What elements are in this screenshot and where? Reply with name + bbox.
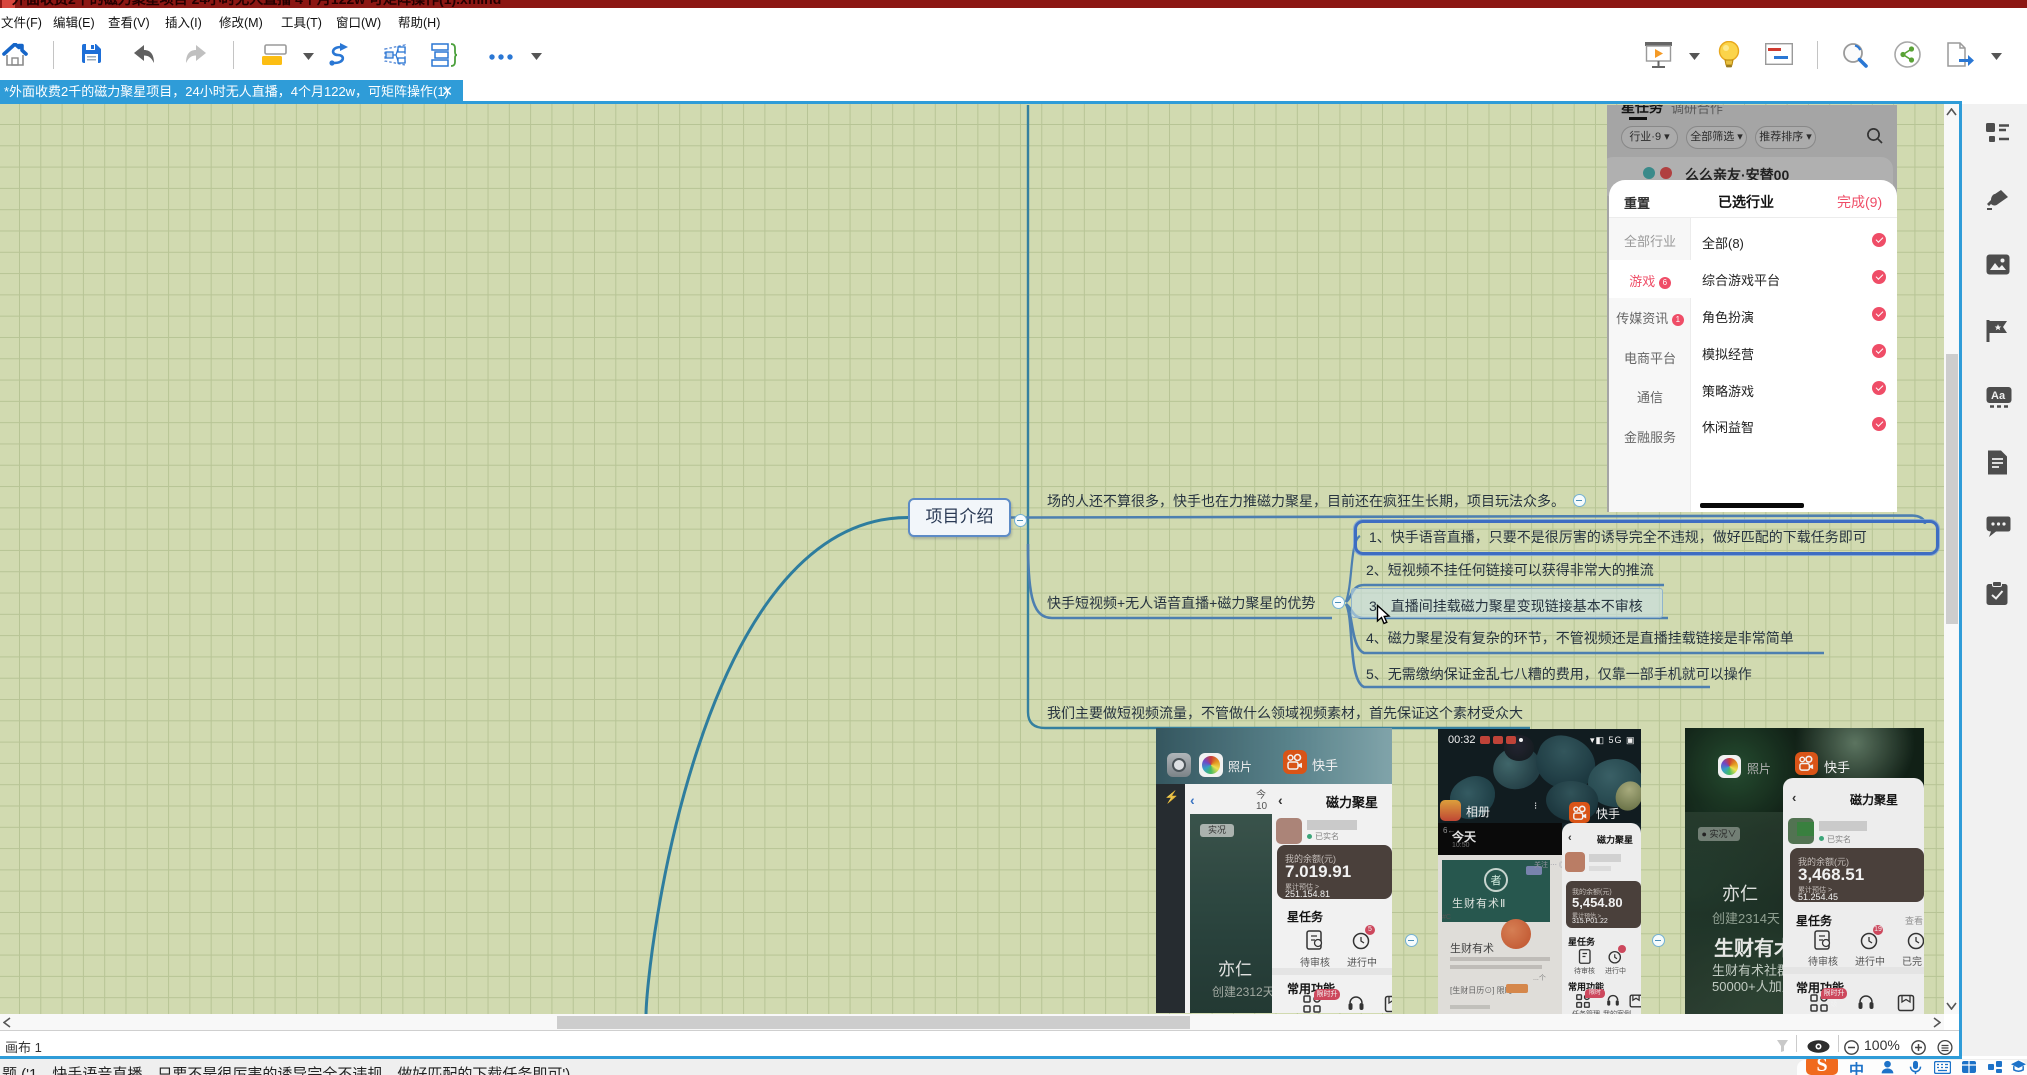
svg-text:Aa: Aa (1991, 390, 2006, 402)
